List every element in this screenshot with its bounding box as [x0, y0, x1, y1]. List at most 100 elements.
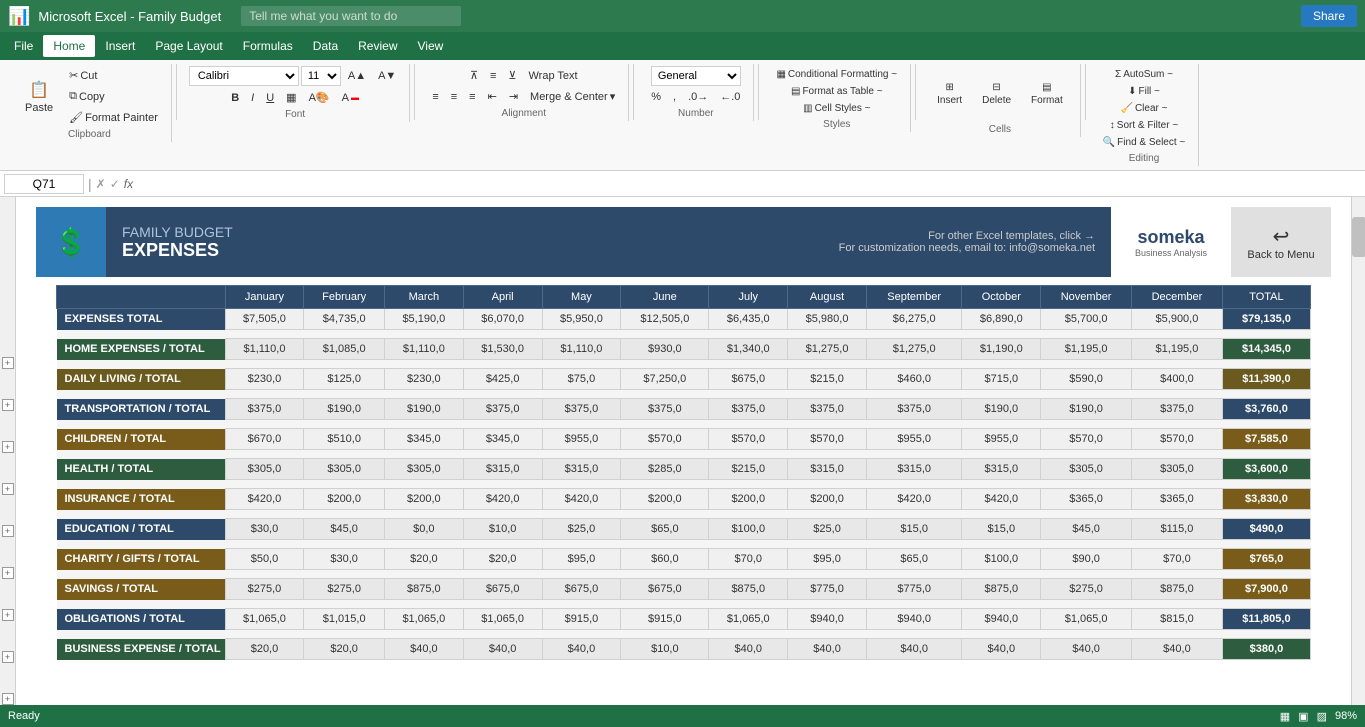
view-normal-icon[interactable]: ▦ — [1280, 710, 1290, 723]
data-cell[interactable]: $125,0 — [304, 369, 385, 390]
data-cell[interactable]: $5,700,0 — [1041, 309, 1132, 330]
data-cell[interactable]: $875,0 — [962, 579, 1041, 600]
data-cell[interactable]: $875,0 — [709, 579, 788, 600]
underline-button[interactable]: U — [261, 89, 279, 107]
data-cell[interactable]: $200,0 — [709, 489, 788, 510]
data-cell[interactable]: $190,0 — [1041, 399, 1132, 420]
data-cell[interactable]: $190,0 — [304, 399, 385, 420]
data-cell[interactable]: $1,110,0 — [542, 339, 621, 360]
merge-button[interactable]: Merge & Center ▾ — [525, 87, 620, 106]
view-break-icon[interactable]: ▨ — [1317, 710, 1327, 723]
paste-button[interactable]: 📋 Paste — [16, 69, 62, 125]
data-cell[interactable]: $1,530,0 — [463, 339, 542, 360]
data-cell[interactable]: $420,0 — [962, 489, 1041, 510]
total-cell[interactable]: $7,585,0 — [1222, 429, 1310, 450]
increase-indent-button[interactable]: ⇥ — [504, 87, 523, 106]
data-cell[interactable]: $715,0 — [962, 369, 1041, 390]
data-cell[interactable]: $940,0 — [788, 609, 867, 630]
decrease-indent-button[interactable]: ⇤ — [483, 87, 502, 106]
total-cell[interactable]: $11,805,0 — [1222, 609, 1310, 630]
data-cell[interactable]: $70,0 — [1132, 549, 1223, 570]
menu-data[interactable]: Data — [303, 35, 348, 57]
data-cell[interactable]: $30,0 — [304, 549, 385, 570]
data-cell[interactable]: $7,505,0 — [225, 309, 304, 330]
data-cell[interactable]: $365,0 — [1132, 489, 1223, 510]
data-cell[interactable]: $285,0 — [621, 459, 709, 480]
data-cell[interactable]: $775,0 — [866, 579, 961, 600]
data-cell[interactable]: $315,0 — [463, 459, 542, 480]
data-cell[interactable]: $375,0 — [225, 399, 304, 420]
data-cell[interactable]: $930,0 — [621, 339, 709, 360]
border-button[interactable]: ▦ — [281, 88, 301, 107]
data-cell[interactable]: $40,0 — [542, 639, 621, 660]
data-cell[interactable]: $0,0 — [384, 519, 463, 540]
data-cell[interactable]: $420,0 — [542, 489, 621, 510]
data-cell[interactable]: $1,065,0 — [225, 609, 304, 630]
data-cell[interactable]: $1,015,0 — [304, 609, 385, 630]
menu-page-layout[interactable]: Page Layout — [145, 35, 232, 57]
data-cell[interactable]: $95,0 — [788, 549, 867, 570]
align-left-button[interactable]: ≡ — [427, 88, 443, 106]
data-cell[interactable]: $65,0 — [621, 519, 709, 540]
data-cell[interactable]: $570,0 — [1132, 429, 1223, 450]
total-cell[interactable]: $3,760,0 — [1222, 399, 1310, 420]
data-cell[interactable]: $675,0 — [463, 579, 542, 600]
data-cell[interactable]: $200,0 — [621, 489, 709, 510]
data-cell[interactable]: $1,065,0 — [384, 609, 463, 630]
data-cell[interactable]: $675,0 — [621, 579, 709, 600]
data-cell[interactable]: $230,0 — [225, 369, 304, 390]
data-cell[interactable]: $50,0 — [225, 549, 304, 570]
format-button[interactable]: ▤ Format — [1022, 66, 1072, 122]
data-cell[interactable]: $955,0 — [962, 429, 1041, 450]
data-cell[interactable]: $40,0 — [962, 639, 1041, 660]
data-cell[interactable]: $40,0 — [1132, 639, 1223, 660]
data-cell[interactable]: $1,065,0 — [463, 609, 542, 630]
cut-button[interactable]: ✂ Cut — [64, 66, 163, 85]
data-cell[interactable]: $375,0 — [788, 399, 867, 420]
number-format-select[interactable]: General — [651, 66, 741, 86]
font-grow-button[interactable]: A▲ — [343, 67, 371, 85]
data-cell[interactable]: $40,0 — [384, 639, 463, 660]
data-cell[interactable]: $6,275,0 — [866, 309, 961, 330]
data-cell[interactable]: $365,0 — [1041, 489, 1132, 510]
data-cell[interactable]: $60,0 — [621, 549, 709, 570]
data-cell[interactable]: $30,0 — [225, 519, 304, 540]
data-cell[interactable]: $115,0 — [1132, 519, 1223, 540]
data-cell[interactable]: $670,0 — [225, 429, 304, 450]
data-cell[interactable]: $570,0 — [709, 429, 788, 450]
collapse-btn-3[interactable]: + — [2, 441, 14, 453]
data-cell[interactable]: $275,0 — [304, 579, 385, 600]
data-cell[interactable]: $345,0 — [384, 429, 463, 450]
menu-review[interactable]: Review — [348, 35, 407, 57]
data-cell[interactable]: $15,0 — [962, 519, 1041, 540]
data-cell[interactable]: $6,435,0 — [709, 309, 788, 330]
data-cell[interactable]: $875,0 — [1132, 579, 1223, 600]
back-to-menu-button[interactable]: ↩ Back to Menu — [1231, 207, 1331, 277]
data-cell[interactable]: $305,0 — [304, 459, 385, 480]
total-cell[interactable]: $765,0 — [1222, 549, 1310, 570]
data-cell[interactable]: $45,0 — [1041, 519, 1132, 540]
data-cell[interactable]: $315,0 — [788, 459, 867, 480]
data-cell[interactable]: $315,0 — [962, 459, 1041, 480]
menu-file[interactable]: File — [4, 35, 43, 57]
data-cell[interactable]: $315,0 — [866, 459, 961, 480]
data-cell[interactable]: $675,0 — [709, 369, 788, 390]
data-cell[interactable]: $200,0 — [304, 489, 385, 510]
data-cell[interactable]: $940,0 — [866, 609, 961, 630]
total-cell[interactable]: $79,135,0 — [1222, 309, 1310, 330]
data-cell[interactable]: $40,0 — [709, 639, 788, 660]
format-painter-button[interactable]: 🖌 Format Painter — [64, 108, 163, 127]
collapse-btn-2[interactable]: + — [2, 399, 14, 411]
data-cell[interactable]: $5,980,0 — [788, 309, 867, 330]
wrap-text-button[interactable]: Wrap Text — [523, 67, 582, 85]
comma-button[interactable]: , — [668, 88, 681, 106]
data-cell[interactable]: $230,0 — [384, 369, 463, 390]
total-cell[interactable]: $380,0 — [1222, 639, 1310, 660]
data-cell[interactable]: $4,735,0 — [304, 309, 385, 330]
data-cell[interactable]: $275,0 — [1041, 579, 1132, 600]
data-cell[interactable]: $375,0 — [621, 399, 709, 420]
data-cell[interactable]: $1,275,0 — [866, 339, 961, 360]
data-cell[interactable]: $590,0 — [1041, 369, 1132, 390]
data-cell[interactable]: $305,0 — [1041, 459, 1132, 480]
data-cell[interactable]: $915,0 — [542, 609, 621, 630]
